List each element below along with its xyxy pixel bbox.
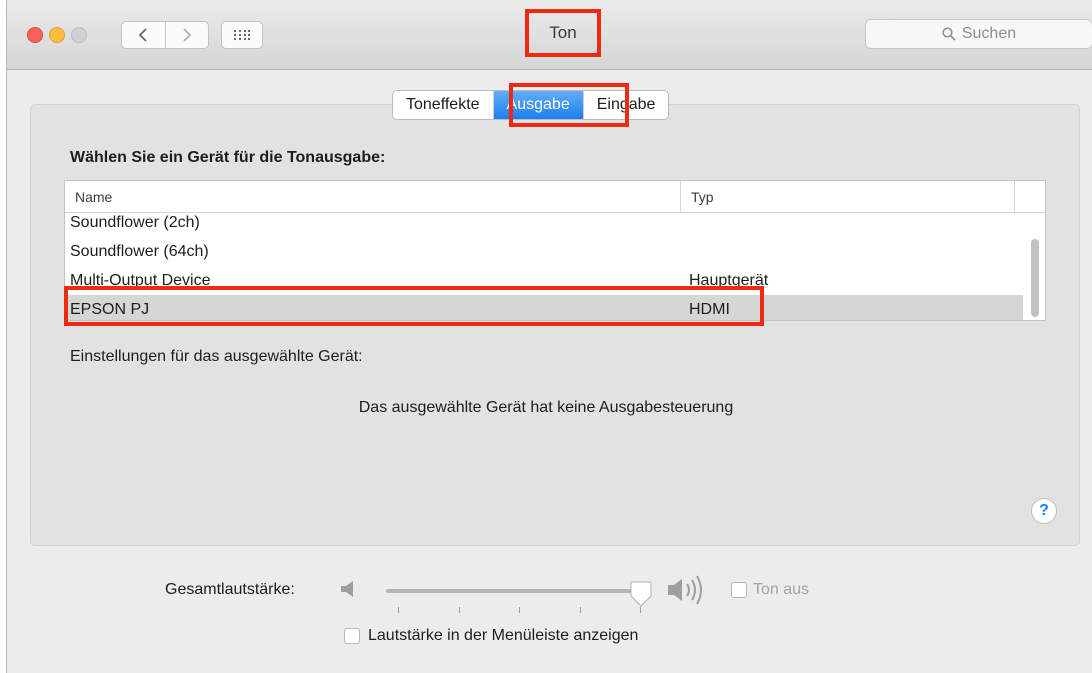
show-all-button[interactable] xyxy=(221,21,263,49)
table-row[interactable]: Soundflower (64ch) xyxy=(65,237,1023,266)
slider-tick xyxy=(580,607,581,613)
forward-button[interactable] xyxy=(164,22,209,48)
grid-icon xyxy=(234,30,250,40)
minimize-window-button[interactable] xyxy=(49,27,65,43)
speaker-low-icon xyxy=(341,581,353,597)
table-header: Name Typ xyxy=(65,181,1045,213)
settings-label: Einstellungen für das ausgewählte Gerät: xyxy=(70,348,363,365)
back-forward-control xyxy=(121,21,209,49)
mute-checkbox[interactable] xyxy=(731,582,747,598)
column-header-type[interactable]: Typ xyxy=(681,181,1015,212)
window-title-text: Ton xyxy=(549,23,577,42)
device-name: Soundflower (64ch) xyxy=(70,242,209,260)
volume-slider-thumb[interactable] xyxy=(629,580,653,608)
zoom-window-button[interactable] xyxy=(71,27,87,43)
search-field[interactable]: Suchen xyxy=(865,19,1092,49)
show-volume-in-menubar-checkbox[interactable] xyxy=(344,628,360,644)
search-icon xyxy=(942,27,956,41)
search-placeholder: Suchen xyxy=(961,25,1017,42)
slider-tick xyxy=(398,607,399,613)
speaker-high-icon xyxy=(668,575,702,605)
volume-label: Gesamtlautstärke: xyxy=(165,581,295,598)
mute-label: Ton aus xyxy=(753,581,810,598)
forward-chevron-icon xyxy=(183,28,192,42)
slider-tick xyxy=(519,607,520,613)
back-chevron-icon xyxy=(138,28,147,42)
help-icon: ? xyxy=(1039,502,1049,519)
show-volume-in-menubar-label: Lautstärke in der Menüleiste anzeigen xyxy=(368,627,639,644)
window-title: Ton xyxy=(525,9,601,57)
title-bar: Ton Suchen xyxy=(7,0,1092,70)
device-name: Soundflower (2ch) xyxy=(70,213,200,231)
selected-row-highlight-box xyxy=(64,286,764,326)
volume-slider-fill xyxy=(386,589,639,593)
help-button[interactable]: ? xyxy=(1031,498,1057,524)
tab-highlight-box xyxy=(509,83,629,127)
table-scroll-thumb[interactable] xyxy=(1031,239,1039,317)
slider-tick xyxy=(459,607,460,613)
column-header-name[interactable]: Name xyxy=(65,181,681,212)
no-control-message: Das ausgewählte Gerät hat keine Ausgabes… xyxy=(358,399,734,416)
back-button[interactable] xyxy=(122,22,165,48)
output-heading: Wählen Sie ein Gerät für die Tonausgabe: xyxy=(70,149,386,166)
close-window-button[interactable] xyxy=(27,27,43,43)
tab-toneffekte[interactable]: Toneffekte xyxy=(393,91,493,119)
